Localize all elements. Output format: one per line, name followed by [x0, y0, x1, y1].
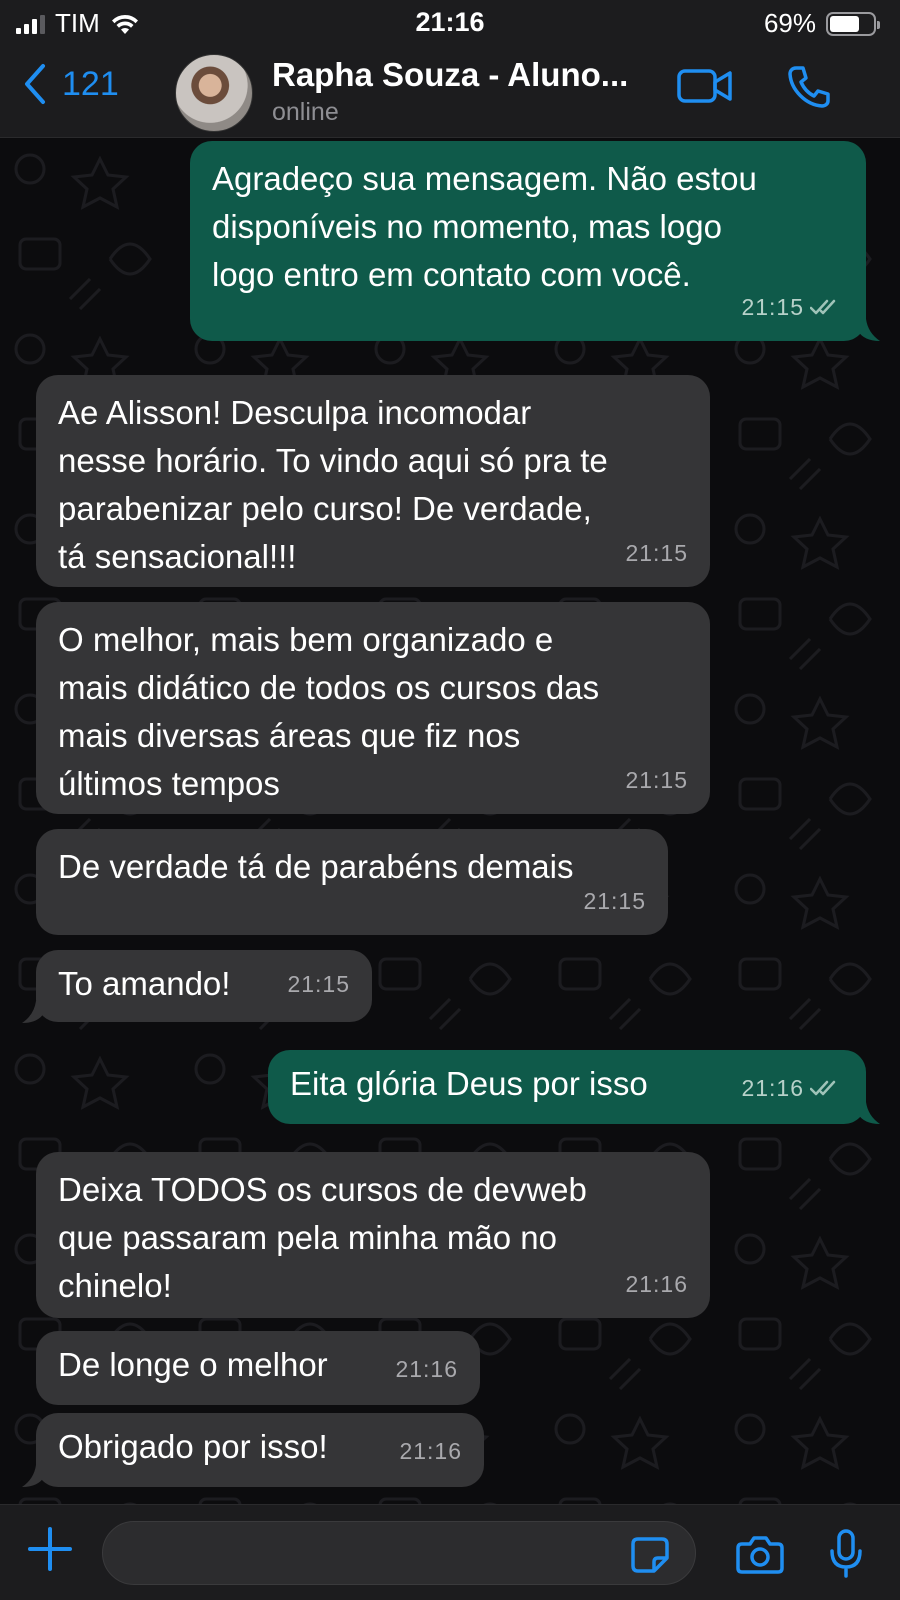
battery-icon [826, 11, 880, 36]
message-meta: 21:16 [399, 1427, 462, 1475]
message-text: chinelo! [58, 1267, 172, 1304]
battery-fill [830, 15, 859, 32]
message-bubble-outgoing[interactable]: Agradeço sua mensagem. Não estou disponí… [190, 141, 866, 341]
message-meta: 21:16 [395, 1345, 458, 1393]
message-bubble-incoming[interactable]: O melhor, mais bem organizado e mais did… [36, 602, 710, 814]
message-meta: 21:16 [625, 1260, 688, 1308]
message-input[interactable] [102, 1521, 696, 1585]
message-bubble-incoming[interactable]: To amando! 21:15 [36, 950, 372, 1022]
message-time: 21:15 [583, 888, 646, 914]
message-time: 21:16 [625, 1271, 688, 1297]
message-time: 21:16 [399, 1438, 462, 1464]
microphone-icon[interactable] [828, 1529, 864, 1579]
message-meta: 21:15 [625, 756, 688, 804]
message-text: últimos tempos [58, 765, 280, 802]
message-meta: 21:15 [583, 877, 646, 925]
message-text: Ae Alisson! Desculpa incomodar [58, 394, 532, 431]
message-bubble-incoming[interactable]: De longe o melhor 21:16 [36, 1331, 480, 1405]
contact-name[interactable]: Rapha Souza - Aluno... [272, 56, 652, 94]
message-meta: 21:15 [625, 529, 688, 577]
message-text: O melhor, mais bem organizado e [58, 621, 554, 658]
message-time: 21:15 [287, 971, 350, 997]
message-time: 21:15 [741, 294, 804, 320]
avatar[interactable] [175, 54, 253, 132]
message-text: parabenizar pelo curso! De verdade, [58, 490, 592, 527]
phone-call-icon[interactable] [786, 64, 832, 110]
bubble-tail-out [858, 1102, 880, 1124]
bubble-tail-in [22, 1465, 44, 1487]
message-time: 21:16 [395, 1356, 458, 1382]
message-text: mais didático de todos os cursos das [58, 669, 600, 706]
status-bar: TIM 21:16 69% [0, 0, 900, 46]
back-button[interactable]: 121 [22, 62, 119, 106]
message-meta: 21:15 [287, 960, 350, 1008]
message-text: disponíveis no momento, mas logo [212, 208, 722, 245]
message-text: mais diversas áreas que fiz nos [58, 717, 521, 754]
chevron-left-icon [25, 64, 45, 104]
bubble-tail-out [858, 319, 880, 341]
message-meta: 21:16 [741, 1064, 844, 1112]
composer-bar [0, 1504, 900, 1600]
battery-percent: 69% [763, 8, 816, 38]
double-check-icon [810, 299, 836, 315]
status-right: 69% [763, 8, 880, 39]
message-bubble-incoming[interactable]: Ae Alisson! Desculpa incomodar nesse hor… [36, 375, 710, 587]
message-text: Deixa TODOS os cursos de devweb [58, 1171, 587, 1208]
message-bubble-incoming[interactable]: De verdade tá de parabéns demais 21:15 [36, 829, 668, 935]
camera-icon[interactable] [736, 1535, 784, 1575]
message-bubble-outgoing[interactable]: Eita glória Deus por isso 21:16 [268, 1050, 866, 1124]
message-text: que passaram pela minha mão no [58, 1219, 557, 1256]
double-check-icon [810, 1080, 836, 1096]
message-bubble-incoming[interactable]: Obrigado por isso! 21:16 [36, 1413, 484, 1487]
message-meta: 21:15 [741, 283, 844, 331]
message-bubble-incoming[interactable]: Deixa TODOS os cursos de devweb que pass… [36, 1152, 710, 1318]
message-text: nesse horário. To vindo aqui só pra te [58, 442, 608, 479]
chat-header: 121 Rapha Souza - Aluno... online [0, 46, 900, 138]
message-text: Agradeço sua mensagem. Não estou [212, 160, 757, 197]
message-time: 21:15 [625, 767, 688, 793]
video-call-icon[interactable] [676, 66, 734, 106]
contact-status: online [272, 98, 339, 126]
message-time: 21:15 [625, 540, 688, 566]
sticker-icon[interactable] [630, 1536, 670, 1574]
unread-count: 121 [62, 64, 119, 103]
plus-icon[interactable] [26, 1525, 74, 1573]
bubble-tail-in [22, 1001, 44, 1023]
message-list[interactable]: Agradeço sua mensagem. Não estou disponí… [0, 139, 900, 1504]
message-time: 21:16 [741, 1075, 804, 1101]
message-text: tá sensacional!!! [58, 538, 297, 575]
message-text: De verdade tá de parabéns demais [58, 848, 574, 885]
